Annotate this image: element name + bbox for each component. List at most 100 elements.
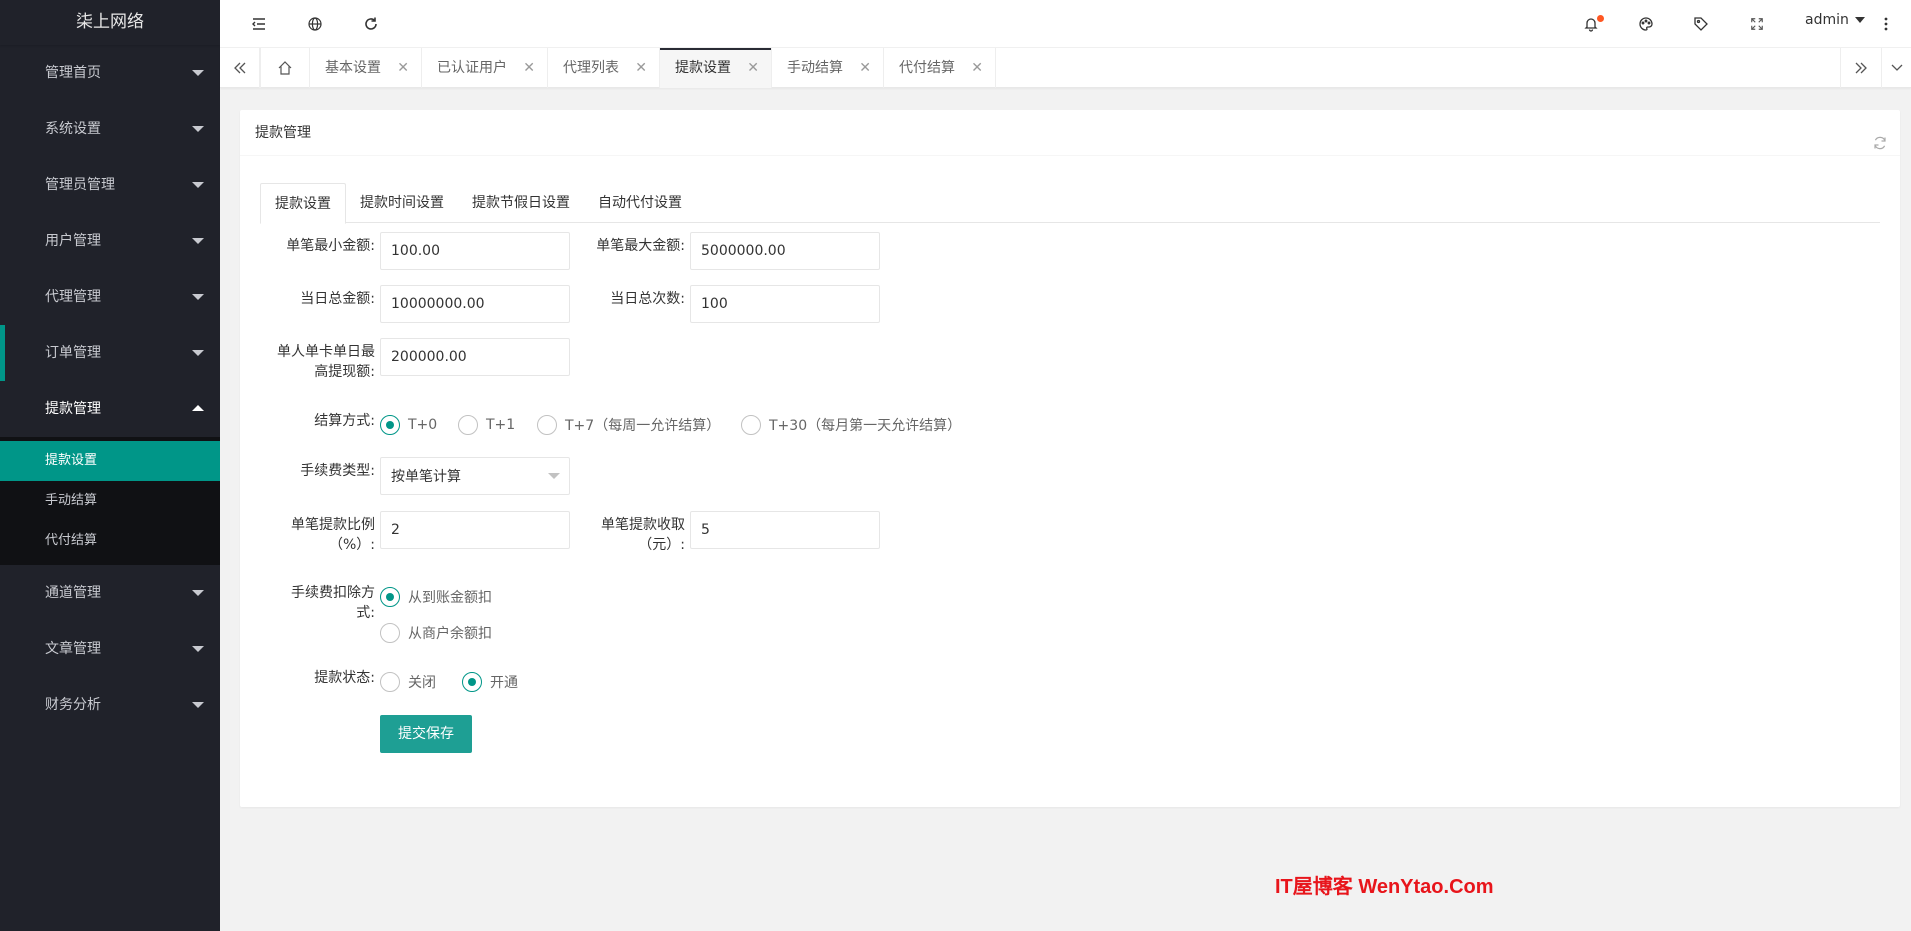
- sidebar-item-label: 用户管理: [45, 233, 101, 249]
- card-daily-max-input[interactable]: [380, 338, 570, 376]
- chevron-down-icon: [192, 126, 204, 132]
- withdraw-status-label: 提款状态:: [314, 670, 375, 686]
- form-tab-withdraw-settings[interactable]: 提款设置: [260, 183, 346, 224]
- settlement-t7-radio[interactable]: T+7（每周一允许结算）: [537, 415, 720, 435]
- radio-circle: [741, 415, 761, 435]
- label-line: （元）:: [638, 537, 685, 553]
- radio-label: T+30（每月第一天允许结算）: [769, 418, 962, 434]
- sidebar-item-label: 提款管理: [45, 401, 101, 417]
- daily-total-input[interactable]: [380, 285, 570, 323]
- tab-payout-settlement[interactable]: 代付结算 ✕: [884, 48, 996, 88]
- form-tabs: 提款设置 提款时间设置 提款节假日设置 自动代付设置: [260, 183, 1880, 224]
- bell-icon[interactable]: [1580, 13, 1604, 35]
- form-tab-auto-payout[interactable]: 自动代付设置: [584, 183, 696, 223]
- sidebar-subitem-manual-settlement[interactable]: 手动结算: [0, 481, 220, 521]
- sidebar-item-agents[interactable]: 代理管理: [0, 269, 220, 325]
- label-line: 单人单卡单日最: [277, 344, 375, 360]
- sidebar-submenu: 提款设置 手动结算 代付结算: [0, 437, 220, 565]
- caret-down-icon: [1854, 17, 1865, 23]
- settlement-t0-radio[interactable]: T+0: [380, 415, 437, 435]
- sidebar-item-admins[interactable]: 管理员管理: [0, 157, 220, 213]
- chevron-down-icon: [192, 182, 204, 188]
- sidebar-item-finance[interactable]: 财务分析: [0, 677, 220, 733]
- tab-verified-users[interactable]: 已认证用户 ✕: [422, 48, 548, 88]
- settlement-t1-radio[interactable]: T+1: [458, 415, 515, 435]
- radio-circle: [380, 587, 400, 607]
- tab-agent-list[interactable]: 代理列表 ✕: [548, 48, 660, 88]
- status-open-radio[interactable]: 开通: [462, 672, 518, 692]
- tag-icon[interactable]: [1690, 13, 1712, 35]
- sidebar-subitem-withdraw-settings[interactable]: 提款设置: [0, 441, 220, 481]
- close-icon[interactable]: ✕: [523, 48, 535, 88]
- fullscreen-icon[interactable]: [1746, 13, 1768, 35]
- fee-fixed-input[interactable]: [690, 511, 880, 549]
- fee-type-select[interactable]: [380, 457, 570, 495]
- max-amount-input[interactable]: [690, 232, 880, 270]
- close-icon[interactable]: ✕: [635, 48, 647, 88]
- chevron-down-icon: [192, 702, 204, 708]
- label-line: 手续费扣除方: [291, 585, 375, 601]
- submit-save-button[interactable]: 提交保存: [380, 715, 472, 753]
- close-icon[interactable]: ✕: [747, 48, 759, 88]
- radio-circle: [380, 415, 400, 435]
- sidebar-menu: 管理首页 系统设置 管理员管理 用户管理 代理管理 订单管理 提款管理 提款设置…: [0, 45, 220, 733]
- globe-icon[interactable]: [304, 13, 326, 35]
- deduct-arrival-radio[interactable]: 从到账金额扣: [380, 587, 492, 607]
- radio-label: 关闭: [408, 675, 436, 691]
- app-logo[interactable]: 柒上网络: [0, 0, 220, 45]
- radio-circle: [537, 415, 557, 435]
- sidebar-item-label: 财务分析: [45, 697, 101, 713]
- chevron-down-icon: [192, 238, 204, 244]
- sidebar-item-home[interactable]: 管理首页: [0, 45, 220, 101]
- tab-label: 已认证用户: [437, 60, 507, 76]
- sidebar-item-articles[interactable]: 文章管理: [0, 621, 220, 677]
- radio-label: T+0: [408, 417, 438, 433]
- sidebar-item-orders[interactable]: 订单管理: [0, 325, 220, 381]
- notification-dot: [1597, 15, 1604, 22]
- form-tab-withdraw-time[interactable]: 提款时间设置: [346, 183, 458, 223]
- fee-rate-label: 单笔提款比例 （%）:: [240, 515, 375, 555]
- tab-label: 基本设置: [325, 60, 381, 76]
- status-closed-radio[interactable]: 关闭: [380, 672, 436, 692]
- menu-fold-icon[interactable]: [248, 13, 270, 35]
- close-icon[interactable]: ✕: [859, 48, 871, 88]
- tab-label: 提款设置: [675, 60, 731, 76]
- daily-total-label: 当日总金额:: [300, 291, 375, 307]
- radio-label: 从到账金额扣: [408, 590, 492, 606]
- tab-basic-settings[interactable]: 基本设置 ✕: [310, 48, 422, 88]
- daily-count-input[interactable]: [690, 285, 880, 323]
- theme-icon[interactable]: [1635, 13, 1657, 35]
- radio-label: T+1: [486, 417, 516, 433]
- sidebar-item-system[interactable]: 系统设置: [0, 101, 220, 157]
- refresh-icon[interactable]: [360, 13, 382, 35]
- form-tab-holidays[interactable]: 提款节假日设置: [458, 183, 584, 223]
- sidebar-subitem-payout-settlement[interactable]: 代付结算: [0, 521, 220, 561]
- tabs-list: 基本设置 ✕ 已认证用户 ✕ 代理列表 ✕ 提款设置 ✕ 手动结算 ✕ 代付结算 ✕: [260, 48, 996, 88]
- min-amount-input[interactable]: [380, 232, 570, 270]
- user-menu[interactable]: admin: [1805, 12, 1865, 28]
- user-name: admin: [1805, 12, 1849, 28]
- close-icon[interactable]: ✕: [971, 48, 983, 88]
- deduct-balance-radio[interactable]: 从商户余额扣: [380, 623, 492, 643]
- sidebar-item-users[interactable]: 用户管理: [0, 213, 220, 269]
- more-icon[interactable]: [1881, 13, 1891, 35]
- sidebar-item-channels[interactable]: 通道管理: [0, 565, 220, 621]
- max-amount-label: 单笔最大金额:: [596, 238, 685, 254]
- chevron-up-icon: [192, 405, 204, 411]
- sidebar-item-label: 文章管理: [45, 641, 101, 657]
- tabs-next-icon[interactable]: [1840, 48, 1881, 88]
- close-icon[interactable]: ✕: [397, 48, 409, 88]
- settlement-t30-radio[interactable]: T+30（每月第一天允许结算）: [741, 415, 961, 435]
- fee-rate-input[interactable]: [380, 511, 570, 549]
- top-header: admin: [220, 0, 1911, 48]
- radio-label: T+7（每周一允许结算）: [565, 418, 721, 434]
- tab-manual-settlement[interactable]: 手动结算 ✕: [772, 48, 884, 88]
- tab-home[interactable]: [260, 48, 310, 88]
- fee-type-label: 手续费类型:: [300, 463, 375, 479]
- tabs-dropdown-icon[interactable]: [1881, 48, 1911, 88]
- radio-label: 从商户余额扣: [408, 626, 492, 642]
- refresh-icon[interactable]: [1872, 124, 1890, 150]
- tab-withdraw-settings[interactable]: 提款设置 ✕: [660, 48, 772, 88]
- tabs-prev-icon[interactable]: [220, 48, 260, 88]
- sidebar-item-withdrawals[interactable]: 提款管理: [0, 381, 220, 437]
